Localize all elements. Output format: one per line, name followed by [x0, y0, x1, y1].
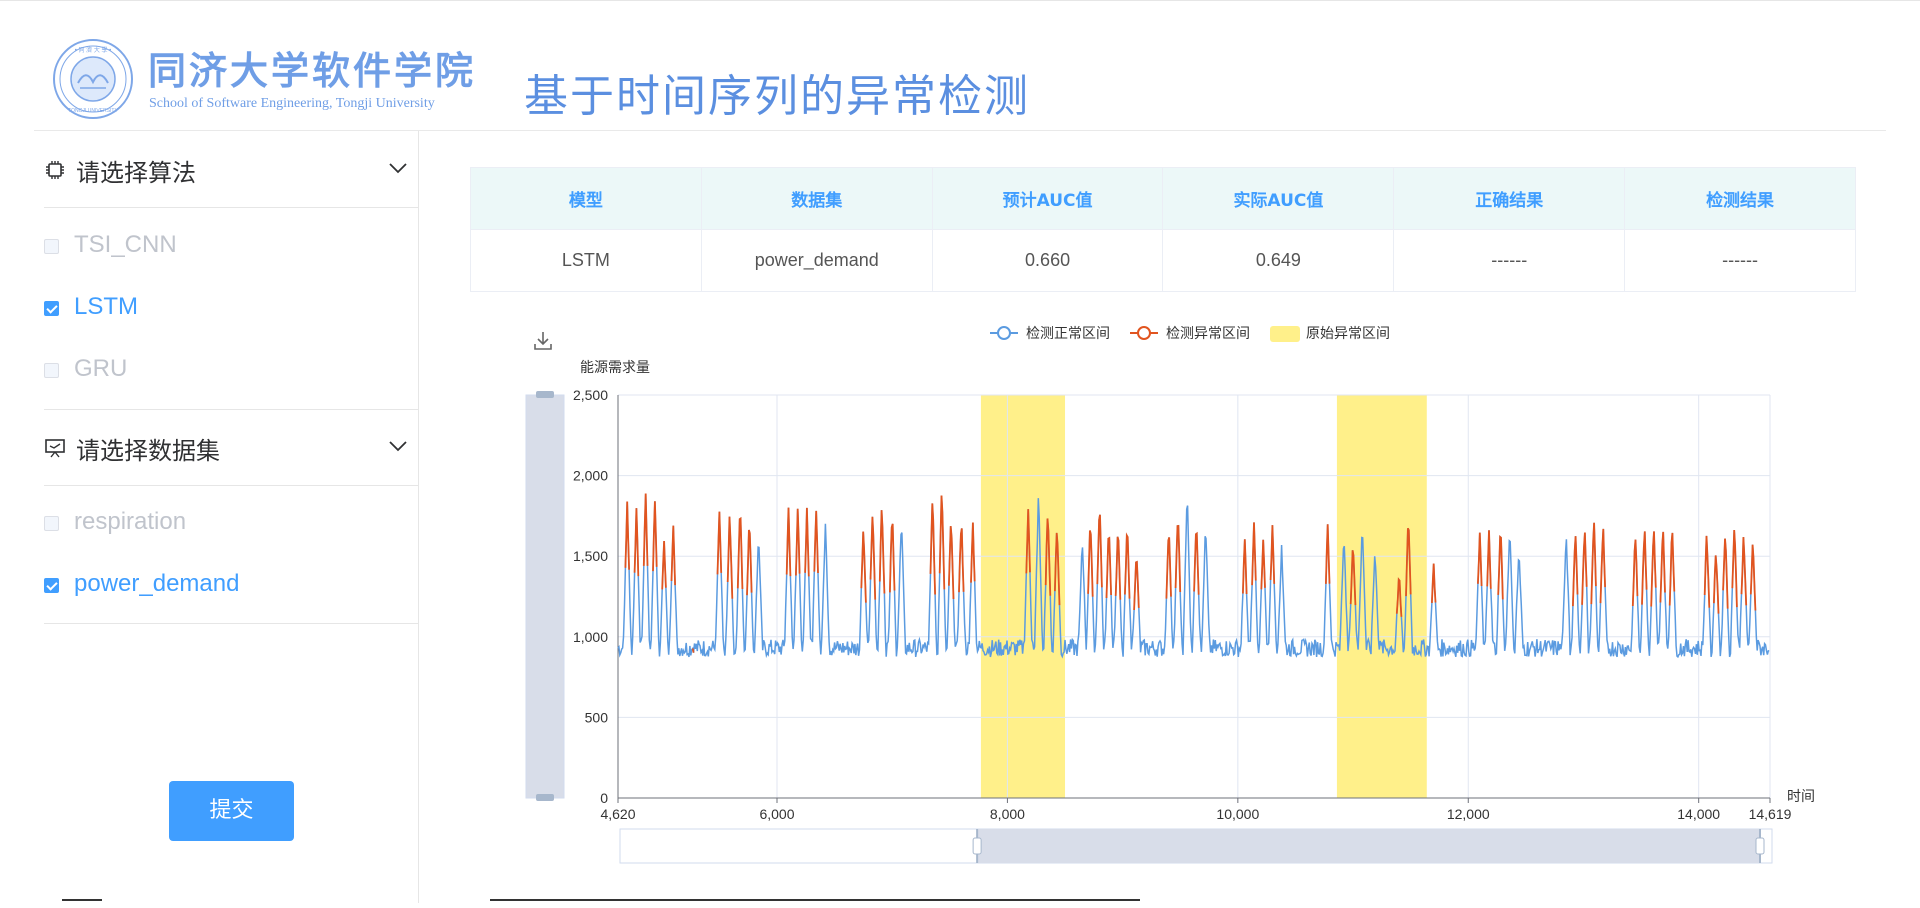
- legend-label: 原始异常区间: [1306, 325, 1390, 341]
- legend-label: 检测正常区间: [1026, 325, 1110, 341]
- legend-label: 检测异常区间: [1166, 325, 1250, 341]
- y-tick-label: 1,500: [573, 548, 608, 564]
- x-tick-label: 12,000: [1447, 806, 1490, 822]
- chart-area: 检测正常区间 检测异常区间 原始异常区间 能源需求量 时间 0 500 1,000 1,5…: [0, 0, 1920, 903]
- x-tick-label: 10,000: [1216, 806, 1259, 822]
- x-axis-label: 时间: [1787, 789, 1815, 805]
- x-tick-label: 8,000: [990, 806, 1025, 822]
- original-anomaly-band: [980, 395, 1066, 798]
- legend-marker: [1137, 326, 1151, 340]
- y-tick-label: 1,000: [573, 629, 608, 645]
- y-tick-label: 500: [585, 709, 609, 725]
- legend-marker: [997, 326, 1011, 340]
- chart-series: [617, 493, 1770, 659]
- download-icon[interactable]: [534, 332, 552, 350]
- chart-legend: 检测正常区间 检测异常区间 原始异常区间: [990, 325, 1390, 342]
- x-tick-label: 4,620: [600, 806, 635, 822]
- y-zoom-handle-top: [536, 391, 554, 398]
- x-zoom-slider[interactable]: [619, 828, 1773, 864]
- x-tick-label: 6,000: [759, 806, 794, 822]
- anomaly-chart: 检测正常区间 检测异常区间 原始异常区间 能源需求量 时间 0 500 1,000 1,5…: [525, 325, 1815, 864]
- y-tick-label: 2,000: [573, 468, 608, 484]
- window-edge: [62, 899, 102, 901]
- window-edge: [490, 899, 1140, 901]
- x-tick-label: 14,000: [1677, 806, 1720, 822]
- legend-swatch: [1270, 326, 1300, 342]
- x-tick-label: 14,619: [1749, 806, 1792, 822]
- y-axis-label: 能源需求量: [580, 360, 650, 376]
- y-tick-label: 2,500: [573, 387, 608, 403]
- y-zoom-slider[interactable]: [525, 391, 565, 801]
- y-tick-label: 0: [600, 790, 608, 806]
- x-zoom-selection: [977, 829, 1760, 863]
- x-zoom-handle-right: [1755, 837, 1765, 855]
- y-zoom-track: [525, 394, 565, 799]
- x-zoom-handle-left: [972, 837, 982, 855]
- y-zoom-handle-bottom: [536, 794, 554, 801]
